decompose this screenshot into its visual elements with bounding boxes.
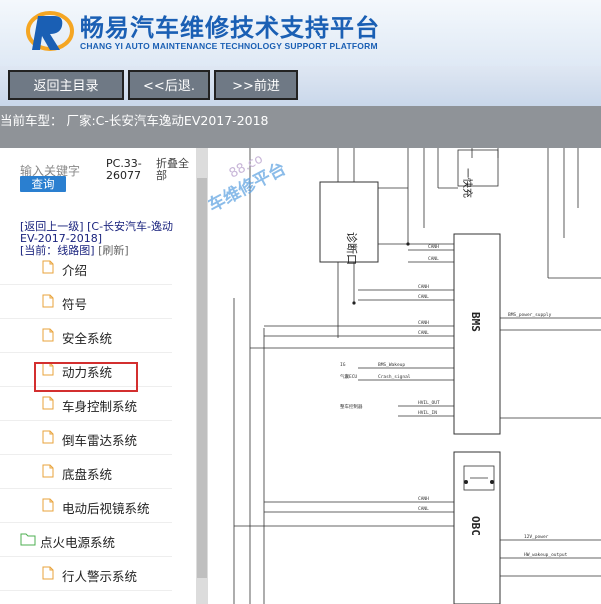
forward-button[interactable]: >>前进: [214, 70, 298, 100]
tree-item[interactable]: 符号: [0, 286, 172, 319]
pc-code: PC.33-26077: [106, 157, 142, 182]
canl-label-4: CANL: [418, 506, 429, 512]
folder-icon: [20, 533, 36, 546]
tree-item[interactable]: 底盘系统: [0, 456, 172, 489]
tree-item-label: 介绍: [62, 263, 88, 278]
back-button[interactable]: <<后退.: [128, 70, 210, 100]
document-icon: [42, 498, 54, 512]
ig-label: IG: [340, 362, 346, 368]
tree-item[interactable]: 行人警示系统: [0, 558, 172, 591]
canh-label-4: CANH: [418, 496, 429, 502]
tree-item-label: 底盘系统: [62, 467, 113, 482]
tree-item-label: 电动后视镜系统: [62, 501, 150, 516]
selection-highlight: [34, 362, 138, 392]
document-icon: [42, 464, 54, 478]
chg-label: 一快充: [461, 168, 474, 198]
document-icon: [42, 260, 54, 274]
tree-item[interactable]: 点火电源系统: [0, 524, 172, 557]
fold-all-button[interactable]: 折叠全部: [156, 158, 196, 182]
document-icon: [42, 430, 54, 444]
bms-power-label: BMS_power_supply: [508, 312, 552, 318]
logo-icon: [26, 11, 74, 51]
wiring-diagram[interactable]: 诊断口 BMS OBC 一快充 CANH CANL CANH CANL CANH…: [208, 148, 601, 604]
home-button[interactable]: 返回主目录: [8, 70, 124, 100]
current-model-text: 当前车型： 厂家:C-长安汽车逸动EV2017-2018: [0, 113, 269, 128]
hw-wakeup-label: HW_wakeup_output: [524, 552, 568, 558]
tree-item[interactable]: 安全系统: [0, 320, 172, 353]
hvil-in-label: HVIL_IN: [418, 410, 437, 416]
canl-label-3: CANL: [418, 330, 429, 336]
toolbar: 返回主目录 <<后退. >>前进: [0, 66, 601, 106]
v12-power-label: 12V_power: [524, 534, 549, 540]
left-panel: 输入关键字 查询 PC.33-26077 折叠全部 [返回上一级] [C-长安汽…: [0, 148, 196, 604]
tree-item-label: 行人警示系统: [62, 569, 138, 584]
tree-item-label: 安全系统: [62, 331, 113, 346]
canh-label-1: CANH: [428, 244, 439, 250]
platform-title: 畅易汽车维修技术支持平台: [80, 14, 380, 42]
bms-label: BMS: [469, 312, 482, 332]
diag-port-label: 诊断口: [345, 232, 359, 265]
canl-label-2: CANL: [418, 294, 429, 300]
tree-item-label: 点火电源系统: [40, 535, 116, 550]
hvil-out-label: HVIL_OUT: [418, 400, 440, 406]
crash-label: Crash_signal: [378, 374, 411, 380]
bms-wakeup-label: BMS_Wakeup: [378, 362, 405, 368]
vcu-label: 整车控制器: [340, 403, 363, 410]
left-scrollbar[interactable]: [196, 148, 208, 604]
canh-label-3: CANH: [418, 320, 429, 326]
current-model-bar: 当前车型： 厂家:C-长安汽车逸动EV2017-2018: [0, 106, 601, 148]
tree-item[interactable]: 车身控制系统: [0, 388, 172, 421]
scrollbar-thumb[interactable]: [197, 178, 207, 578]
tree-item-label: 车身控制系统: [62, 399, 138, 414]
header: 畅易汽车维修技术支持平台 CHANG YI AUTO MAINTENANCE T…: [0, 0, 601, 66]
document-icon: [42, 328, 54, 342]
obc-label: OBC: [469, 516, 482, 536]
tree-item[interactable]: 倒车雷达系统: [0, 422, 172, 455]
document-icon: [42, 566, 54, 580]
document-icon: [42, 396, 54, 410]
tree-item[interactable]: 介绍: [0, 252, 172, 285]
tree-item[interactable]: 电动后视镜系统: [0, 490, 172, 523]
wiring-diagram-svg: 诊断口 BMS OBC 一快充 CANH CANL CANH CANL CANH…: [208, 148, 601, 604]
query-button[interactable]: 查询: [20, 176, 66, 192]
tree-item-label: 符号: [62, 297, 88, 312]
airbag-label: 气囊ECU: [340, 373, 357, 380]
tree-item-label: 倒车雷达系统: [62, 433, 138, 448]
canl-label-1: CANL: [428, 256, 439, 262]
platform-subtitle: CHANG YI AUTO MAINTENANCE TECHNOLOGY SUP…: [80, 41, 378, 51]
canh-label-2: CANH: [418, 284, 429, 290]
document-icon: [42, 294, 54, 308]
